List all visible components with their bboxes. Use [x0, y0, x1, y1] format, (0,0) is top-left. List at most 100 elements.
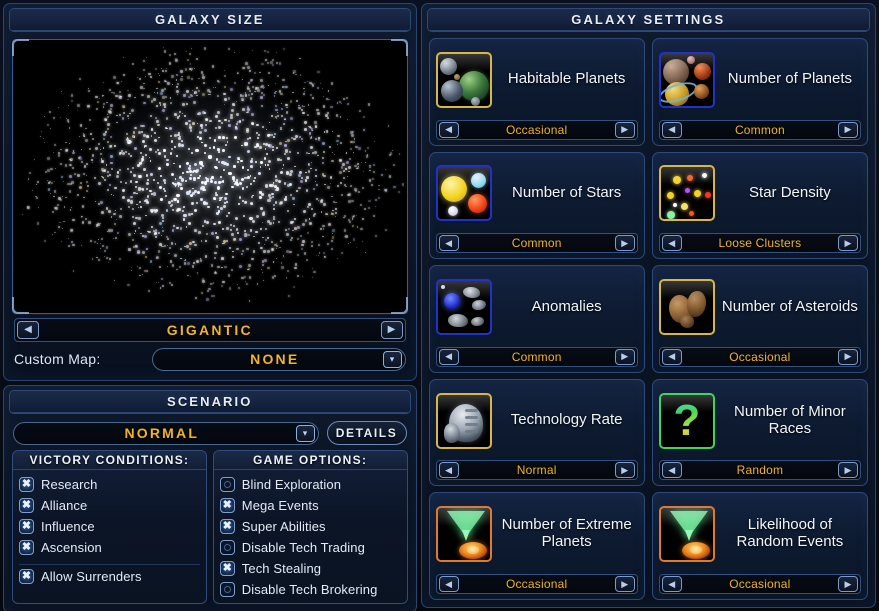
- custom-map-dropdown[interactable]: None ▾: [152, 348, 406, 371]
- checkbox-checked-icon[interactable]: ✖: [220, 498, 235, 513]
- setting-card-title: Habitable Planets: [498, 71, 638, 88]
- galaxy-size-title: Galaxy Size: [10, 9, 410, 31]
- details-button[interactable]: Details: [327, 421, 407, 445]
- extreme-planets-icon[interactable]: [436, 506, 492, 562]
- setting-prev-button[interactable]: ◀: [662, 235, 682, 251]
- setting-prev-button[interactable]: ◀: [662, 349, 682, 365]
- setting-card-spinner: ◀ Occasional ▶: [659, 347, 861, 367]
- checkbox-checked-icon[interactable]: ✖: [220, 561, 235, 576]
- setting-prev-button[interactable]: ◀: [439, 349, 459, 365]
- setting-card-value: Common: [461, 350, 613, 364]
- victory-condition-label: Ascension: [41, 540, 102, 555]
- star-density-icon[interactable]: [659, 165, 715, 221]
- setting-card-top: Habitable Planets: [436, 44, 638, 116]
- random-events-icon[interactable]: [659, 506, 715, 562]
- setting-prev-button[interactable]: ◀: [439, 122, 459, 138]
- chevron-down-icon: ▾: [296, 425, 315, 442]
- minor-races-icon[interactable]: ?: [659, 393, 715, 449]
- setting-card[interactable]: Star Density ◀ Loose Clusters ▶: [652, 152, 868, 260]
- scenario-value: Normal: [14, 425, 296, 441]
- setting-card[interactable]: Likelihood of Random Events ◀ Occasional ▶: [652, 492, 868, 600]
- setting-prev-button[interactable]: ◀: [662, 122, 682, 138]
- galaxy-settings-panel: Galaxy Settings Habitable Planets ◀ Occasi…: [421, 3, 876, 608]
- setting-next-button[interactable]: ▶: [838, 122, 858, 138]
- scenario-dropdown[interactable]: Normal ▾: [13, 422, 319, 445]
- asteroids-icon[interactable]: [659, 279, 715, 335]
- setting-card-spinner: ◀ Common ▶: [659, 120, 861, 140]
- number-of-planets-icon[interactable]: [659, 52, 715, 108]
- setting-next-button[interactable]: ▶: [838, 462, 858, 478]
- setting-next-button[interactable]: ▶: [615, 576, 635, 592]
- game-option-row[interactable]: ✖ Tech Stealing: [220, 559, 401, 577]
- checkbox-checked-icon[interactable]: ✖: [19, 569, 34, 584]
- habitable-planets-icon[interactable]: [436, 52, 492, 108]
- victory-condition-row[interactable]: ✖ Allow Surrenders: [19, 564, 200, 582]
- technology-rate-icon[interactable]: [436, 393, 492, 449]
- setting-card-top: Likelihood of Random Events: [659, 498, 861, 570]
- game-option-row[interactable]: ✖ Super Abilities: [220, 517, 401, 535]
- setting-card[interactable]: Number of Extreme Planets ◀ Occasional ▶: [429, 492, 645, 600]
- game-option-row[interactable]: ✖ Mega Events: [220, 496, 401, 514]
- galaxy-size-header-wrap: Galaxy Size: [4, 4, 416, 32]
- victory-conditions-list: ✖ Research ✖ Alliance ✖ Influence ✖ Ascension ✖ A…: [13, 470, 206, 587]
- setting-card-top: Number of Asteroids: [659, 271, 861, 343]
- checkbox-unchecked-icon[interactable]: [220, 582, 235, 597]
- setting-card[interactable]: Number of Planets ◀ Common ▶: [652, 38, 868, 146]
- victory-condition-row[interactable]: ✖ Alliance: [19, 496, 200, 514]
- preview-corner-top-right: [391, 39, 408, 56]
- setting-next-button[interactable]: ▶: [838, 576, 858, 592]
- checkbox-checked-icon[interactable]: ✖: [19, 540, 34, 555]
- game-option-row[interactable]: Blind Exploration: [220, 475, 401, 493]
- setting-card[interactable]: Anomalies ◀ Common ▶: [429, 265, 645, 373]
- setting-next-button[interactable]: ▶: [838, 349, 858, 365]
- setting-next-button[interactable]: ▶: [615, 235, 635, 251]
- setting-card-title: Number of Stars: [498, 185, 638, 202]
- setting-next-button[interactable]: ▶: [838, 235, 858, 251]
- anomalies-icon[interactable]: [436, 279, 492, 335]
- game-option-row[interactable]: Disable Tech Brokering: [220, 580, 401, 598]
- number-of-stars-icon[interactable]: [436, 165, 492, 221]
- preview-corner-bottom-left: [12, 297, 29, 314]
- setting-card[interactable]: Number of Stars ◀ Common ▶: [429, 152, 645, 260]
- setting-card-title: Likelihood of Random Events: [721, 517, 861, 551]
- setting-card-top: ? Number of Minor Races: [659, 385, 861, 457]
- setting-card[interactable]: ? Number of Minor Races ◀ Random ▶: [652, 379, 868, 487]
- setting-card-spinner: ◀ Loose Clusters ▶: [659, 233, 861, 253]
- checkbox-checked-icon[interactable]: ✖: [19, 498, 34, 513]
- setting-card[interactable]: Number of Asteroids ◀ Occasional ▶: [652, 265, 868, 373]
- galaxy-size-next-button[interactable]: ▶: [381, 321, 403, 339]
- galaxy-size-prev-button[interactable]: ◀: [17, 321, 39, 339]
- setting-card-value: Occasional: [684, 350, 836, 364]
- setting-card-title: Number of Minor Races: [721, 404, 861, 438]
- setting-next-button[interactable]: ▶: [615, 462, 635, 478]
- setting-prev-button[interactable]: ◀: [662, 462, 682, 478]
- setting-prev-button[interactable]: ◀: [439, 576, 459, 592]
- setting-card-value: Occasional: [461, 123, 613, 137]
- setting-card[interactable]: Technology Rate ◀ Normal ▶: [429, 379, 645, 487]
- custom-map-label: Custom Map:: [14, 351, 144, 367]
- setting-card-value: Loose Clusters: [684, 236, 836, 250]
- victory-condition-row[interactable]: ✖ Ascension: [19, 538, 200, 556]
- game-option-row[interactable]: Disable Tech Trading: [220, 538, 401, 556]
- galaxy-starfield: [16, 43, 404, 310]
- setting-prev-button[interactable]: ◀: [439, 235, 459, 251]
- setting-card[interactable]: Habitable Planets ◀ Occasional ▶: [429, 38, 645, 146]
- setting-next-button[interactable]: ▶: [615, 122, 635, 138]
- setting-next-button[interactable]: ▶: [615, 349, 635, 365]
- checkbox-checked-icon[interactable]: ✖: [220, 519, 235, 534]
- galaxy-size-panel: Galaxy Size ◀ Gigantic ▶ Custom Map: Non…: [3, 3, 417, 381]
- checkbox-checked-icon[interactable]: ✖: [19, 477, 34, 492]
- galaxy-settings-grid: Habitable Planets ◀ Occasional ▶ Number of P…: [422, 32, 875, 607]
- checkbox-unchecked-icon[interactable]: [220, 540, 235, 555]
- checkbox-checked-icon[interactable]: ✖: [19, 519, 34, 534]
- setting-card-title: Number of Asteroids: [721, 299, 861, 316]
- victory-condition-row[interactable]: ✖ Influence: [19, 517, 200, 535]
- victory-condition-row[interactable]: ✖ Research: [19, 475, 200, 493]
- setting-prev-button[interactable]: ◀: [439, 462, 459, 478]
- checkbox-unchecked-icon[interactable]: [220, 477, 235, 492]
- galaxy-preview[interactable]: [12, 39, 408, 314]
- setting-card-top: Star Density: [659, 158, 861, 230]
- setting-prev-button[interactable]: ◀: [662, 576, 682, 592]
- new-game-setup-screen: Galaxy Size ◀ Gigantic ▶ Custom Map: Non…: [0, 0, 879, 611]
- game-option-label: Blind Exploration: [242, 477, 341, 492]
